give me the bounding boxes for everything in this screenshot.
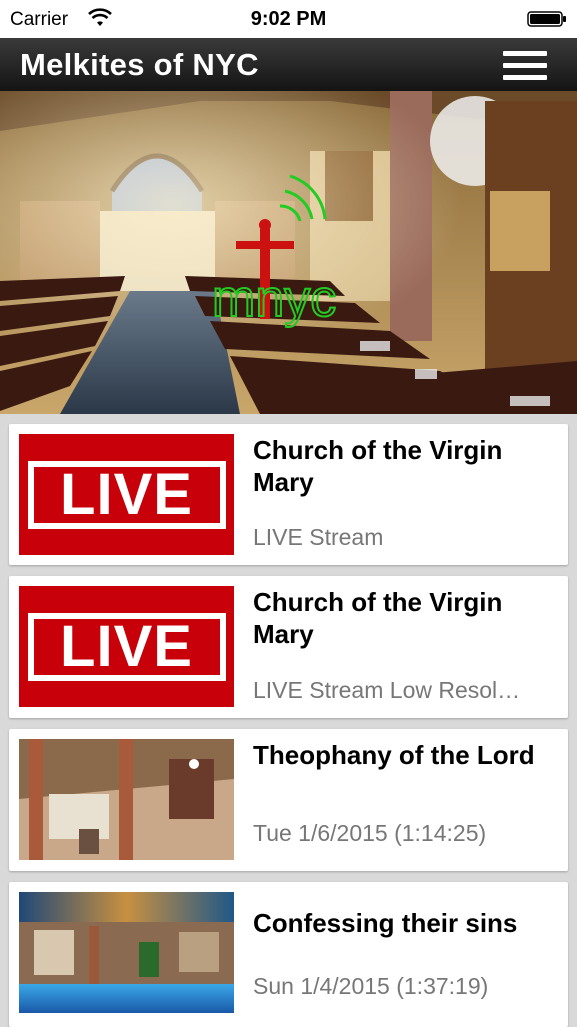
live-label: LIVE [60, 462, 193, 527]
hamburger-menu-icon[interactable] [503, 51, 547, 81]
list-item[interactable]: LIVE Church of the Virgin Mary LIVE Stre… [9, 424, 568, 565]
list-item[interactable]: LIVE Church of the Virgin Mary LIVE Stre… [9, 576, 568, 718]
logo-text: mnyc [212, 270, 336, 328]
item-title: Church of the Virgin Mary [253, 435, 503, 497]
list-item[interactable]: Theophany of the Lord Tue 1/6/2015 (1:14… [9, 729, 568, 871]
clock: 9:02 PM [250, 8, 327, 30]
battery-icon [527, 11, 566, 27]
status-bar: Carrier 9:02 PM [0, 0, 577, 38]
video-thumbnail [19, 739, 234, 860]
video-thumbnail [19, 892, 234, 1013]
live-thumbnail: LIVE [19, 586, 234, 707]
item-subtitle: LIVE Stream [253, 524, 384, 550]
item-subtitle: Sun 1/4/2015 (1:37:19) [253, 973, 489, 999]
page-title: Melkites of NYC [20, 47, 259, 82]
item-title: Theophany of the Lord [253, 740, 535, 770]
live-label: LIVE [60, 614, 193, 679]
item-subtitle: Tue 1/6/2015 (1:14:25) [253, 820, 487, 846]
nav-bar: Melkites of NYC [0, 38, 577, 91]
church-interior-photo: mnyc [0, 91, 577, 414]
item-title: Confessing their sins [253, 908, 518, 938]
item-subtitle: LIVE Stream Low Resol… [253, 677, 521, 703]
live-thumbnail: LIVE [19, 434, 234, 555]
list-item[interactable]: Confessing their sins Sun 1/4/2015 (1:37… [9, 882, 568, 1027]
hero-banner-image: mnyc [0, 91, 577, 414]
item-title: Church of the Virgin Mary [253, 587, 503, 649]
